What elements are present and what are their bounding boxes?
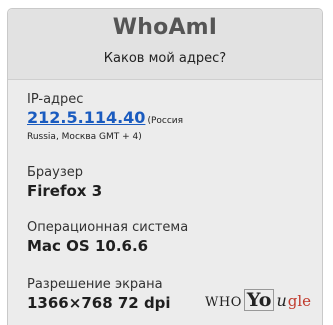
widget-title: WhoAmI xyxy=(112,15,218,40)
os-label: Операционная система xyxy=(27,220,189,235)
whoami-widget: WhoAmI Каков мой адрес? IP-адрес 212.5.1… xyxy=(7,8,323,325)
whoyougle-logo[interactable]: WHO Yo ugle xyxy=(205,289,311,311)
logo-who-text: WHO xyxy=(205,295,242,310)
browser-section: Браузер Firefox 3 xyxy=(27,165,312,201)
ip-section: IP-адрес 212.5.114.40 (Россия Russia, Мос… xyxy=(27,92,312,143)
widget-header: WhoAmI Каков мой адрес? xyxy=(8,9,322,80)
ip-label: IP-адрес xyxy=(27,92,84,107)
ip-country-note: (Россия xyxy=(147,116,184,126)
os-value: Mac OS 10.6.6 xyxy=(27,237,149,255)
logo-gle-text: gle xyxy=(287,292,312,310)
logo-yo-text: Yo xyxy=(243,289,275,311)
widget-subtitle: Каков мой адрес? xyxy=(103,51,227,66)
os-section: Операционная система Mac OS 10.6.6 xyxy=(27,220,312,256)
browser-value: Firefox 3 xyxy=(27,182,103,200)
browser-label: Браузер xyxy=(27,165,83,180)
ip-line: 212.5.114.40 (Россия xyxy=(27,108,312,131)
ip-address-link[interactable]: 212.5.114.40 xyxy=(27,108,145,127)
ip-location-note: Russia, Москва GMT + 4) xyxy=(27,132,142,142)
logo-u-text: u xyxy=(276,291,287,310)
